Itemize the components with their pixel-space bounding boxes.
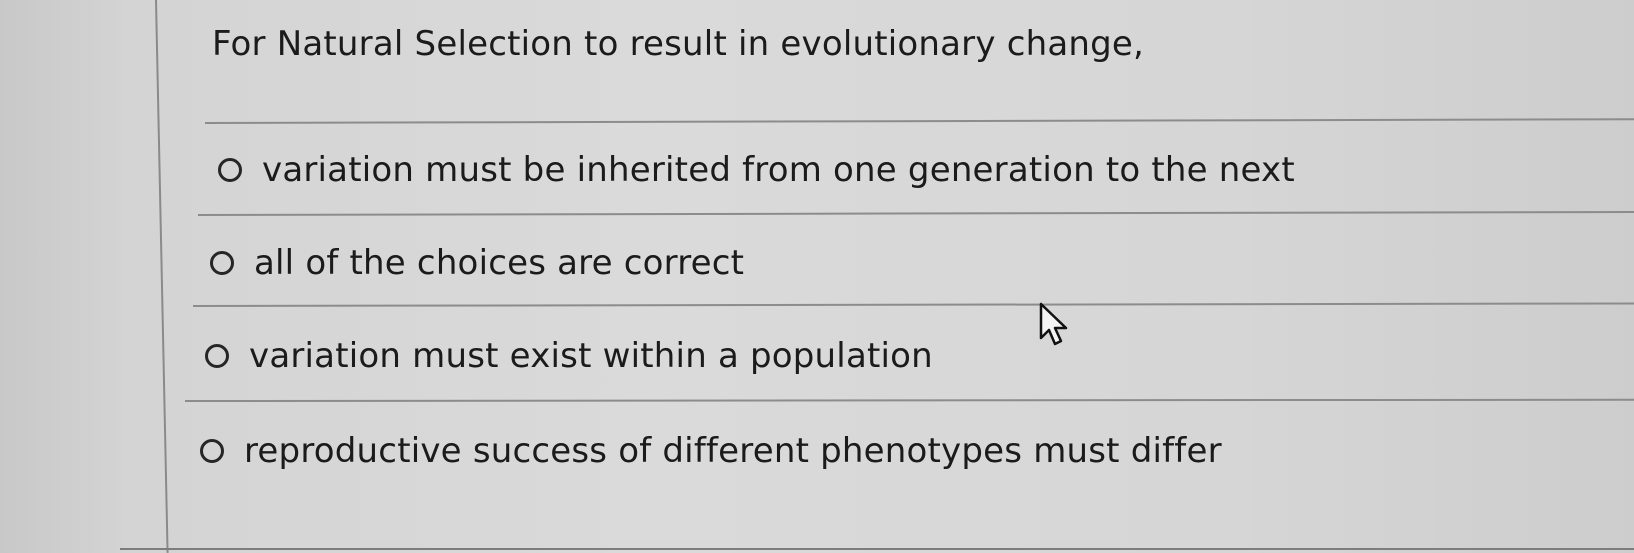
answer-option-3[interactable]: variation must exist within a population [205,336,933,376]
answer-option-4[interactable]: reproductive success of different phenot… [200,431,1222,471]
divider [197,210,1634,216]
radio-button[interactable] [210,251,234,275]
option-label: variation must be inherited from one gen… [262,150,1295,190]
radio-button[interactable] [205,344,229,368]
option-label: all of the choices are correct [254,243,745,283]
option-label: variation must exist within a population [249,336,933,376]
radio-button[interactable] [218,158,242,182]
question-card: For Natural Selection to result in evolu… [0,0,1634,553]
divider [184,398,1634,402]
answer-option-1[interactable]: variation must be inherited from one gen… [218,150,1295,190]
divider [192,302,1634,307]
arrow-pointer-icon [1039,302,1068,346]
page-background: For Natural Selection to result in evolu… [0,0,1634,553]
answer-option-2[interactable]: all of the choices are correct [210,243,744,283]
option-label: reproductive success of different phenot… [244,431,1222,471]
radio-button[interactable] [200,439,224,463]
divider [204,118,1634,124]
question-text: For Natural Selection to result in evolu… [212,24,1145,64]
